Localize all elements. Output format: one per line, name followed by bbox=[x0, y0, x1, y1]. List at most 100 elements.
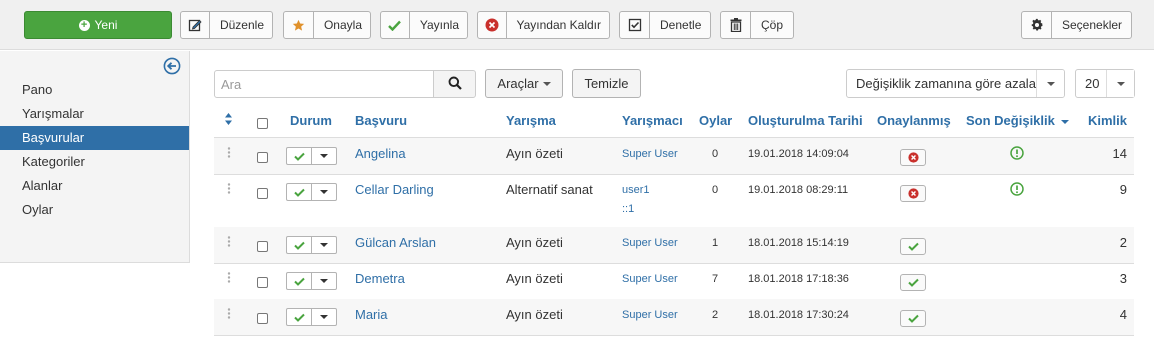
published-check-icon[interactable] bbox=[286, 147, 312, 165]
options-button-label: Seçenekler bbox=[1062, 18, 1123, 32]
entry-title-link[interactable]: Demetra bbox=[355, 271, 405, 286]
sidebar-item-kategoriler[interactable]: Kategoriler bbox=[0, 150, 189, 174]
contest-name: Ayın özeti bbox=[506, 146, 563, 161]
exclamation-circle-icon bbox=[1010, 146, 1024, 163]
drag-handle-icon[interactable] bbox=[227, 308, 231, 323]
tools-button[interactable]: Araçlar bbox=[485, 69, 563, 98]
status-dropdown-toggle[interactable] bbox=[312, 236, 337, 254]
entry-id: 14 bbox=[1112, 146, 1127, 161]
check-icon bbox=[907, 242, 919, 251]
clear-button[interactable]: Temizle bbox=[572, 69, 641, 98]
status-toggle[interactable] bbox=[286, 236, 337, 254]
approved-check-button[interactable] bbox=[900, 274, 926, 291]
contestant-link[interactable]: Super User bbox=[622, 148, 678, 160]
entry-title-link[interactable]: Gülcan Arslan bbox=[355, 235, 436, 250]
status-dropdown-toggle[interactable] bbox=[312, 308, 337, 326]
table-row: Maria Ayın özeti Super User 2 18.01.2018 17:… bbox=[214, 299, 1134, 335]
contest-name: Ayın özeti bbox=[506, 235, 563, 250]
remove-circle-icon bbox=[907, 188, 919, 199]
published-check-icon[interactable] bbox=[286, 183, 312, 201]
votes-count: 0 bbox=[712, 184, 719, 196]
status-toggle[interactable] bbox=[286, 183, 337, 201]
row-checkbox[interactable] bbox=[257, 241, 268, 252]
trash-button[interactable]: Çöp bbox=[720, 11, 794, 39]
drag-handle-icon[interactable] bbox=[227, 147, 231, 162]
approved-check-button[interactable] bbox=[900, 238, 926, 255]
arrow-left-circle-icon[interactable] bbox=[163, 57, 181, 75]
sidebar: Pano Yarışmalar Başvurular Kategoriler A… bbox=[0, 51, 190, 263]
contestant-link[interactable]: Super User bbox=[622, 237, 678, 249]
row-checkbox[interactable] bbox=[257, 152, 268, 163]
header-contest[interactable]: Yarışma bbox=[506, 113, 556, 128]
select-all-checkbox[interactable] bbox=[257, 118, 268, 129]
ordering-sort-icon[interactable] bbox=[224, 112, 233, 129]
search-input[interactable] bbox=[214, 70, 434, 98]
tools-button-label: Araçlar bbox=[497, 76, 539, 91]
checkbox-icon bbox=[620, 12, 650, 38]
approve-button-label: Onayla bbox=[323, 18, 362, 32]
row-checkbox[interactable] bbox=[257, 188, 268, 199]
row-divider bbox=[214, 335, 1134, 336]
sidebar-item-oylar[interactable]: Oylar bbox=[0, 198, 189, 222]
options-button[interactable]: Seçenekler bbox=[1021, 11, 1132, 39]
contest-name: Alternatif sanat bbox=[506, 182, 593, 197]
entry-title-link[interactable]: Maria bbox=[355, 307, 388, 322]
sidebar-item-basvurular[interactable]: Başvurular bbox=[0, 126, 189, 150]
publish-button-label: Yayınla bbox=[419, 18, 459, 32]
approved-check-button[interactable] bbox=[900, 310, 926, 327]
row-checkbox[interactable] bbox=[257, 277, 268, 288]
status-dropdown-toggle[interactable] bbox=[312, 183, 337, 201]
sidebar-item-alanlar[interactable]: Alanlar bbox=[0, 174, 189, 198]
sidebar-item-yarismalar[interactable]: Yarışmalar bbox=[0, 102, 189, 126]
publish-button[interactable]: Yayınla bbox=[380, 11, 468, 39]
status-toggle[interactable] bbox=[286, 272, 337, 290]
header-created[interactable]: Oluşturulma Tarihi bbox=[748, 113, 863, 128]
unapproved-remove-button[interactable] bbox=[900, 185, 926, 202]
status-dropdown-toggle[interactable] bbox=[312, 272, 337, 290]
new-button[interactable]: + Yeni bbox=[24, 11, 172, 39]
search-button[interactable] bbox=[433, 70, 476, 98]
entry-id: 3 bbox=[1119, 271, 1127, 286]
sort-desc-icon bbox=[1060, 119, 1069, 124]
unpublish-button[interactable]: Yayından Kaldır bbox=[477, 11, 610, 39]
created-date: 18.01.2018 15:14:19 bbox=[748, 237, 849, 249]
contestant-link[interactable]: user1 bbox=[622, 184, 650, 196]
contest-name: Ayın özeti bbox=[506, 271, 563, 286]
header-approved[interactable]: Onaylanmış bbox=[877, 113, 951, 128]
contestant-link[interactable]: Super User bbox=[622, 309, 678, 321]
contestant-link[interactable]: ::1 bbox=[622, 203, 634, 215]
sort-select[interactable]: Değişiklik zamanına göre azalan bbox=[846, 69, 1065, 98]
entry-title-link[interactable]: Angelina bbox=[355, 146, 406, 161]
published-check-icon[interactable] bbox=[286, 308, 312, 326]
trash-icon bbox=[721, 12, 751, 38]
drag-handle-icon[interactable] bbox=[227, 183, 231, 198]
header-status[interactable]: Durum bbox=[290, 113, 332, 128]
unapproved-remove-button[interactable] bbox=[900, 149, 926, 166]
star-icon bbox=[284, 12, 314, 38]
table-row: Cellar Darling Alternatif sanat user1::1 0 1… bbox=[214, 174, 1134, 227]
sort-select-value: Değişiklik zamanına göre azalan bbox=[856, 76, 1041, 91]
status-toggle[interactable] bbox=[286, 147, 337, 165]
sidebar-item-pano[interactable]: Pano bbox=[0, 78, 189, 102]
status-toggle[interactable] bbox=[286, 308, 337, 326]
drag-handle-icon[interactable] bbox=[227, 236, 231, 251]
header-modified[interactable]: Son Değişiklik bbox=[966, 113, 1069, 128]
entry-title-link[interactable]: Cellar Darling bbox=[355, 182, 434, 197]
header-id[interactable]: Kimlik bbox=[1088, 113, 1127, 128]
header-votes[interactable]: Oylar bbox=[699, 113, 732, 128]
drag-handle-icon[interactable] bbox=[227, 272, 231, 287]
published-check-icon[interactable] bbox=[286, 236, 312, 254]
row-checkbox[interactable] bbox=[257, 313, 268, 324]
header-title[interactable]: Başvuru bbox=[355, 113, 407, 128]
created-date: 18.01.2018 17:18:36 bbox=[748, 273, 849, 285]
contestant-link[interactable]: Super User bbox=[622, 273, 678, 285]
status-dropdown-toggle[interactable] bbox=[312, 147, 337, 165]
edit-button[interactable]: Düzenle bbox=[180, 11, 273, 39]
remove-circle-icon bbox=[478, 12, 507, 38]
limit-select[interactable]: 20 bbox=[1075, 69, 1135, 98]
published-check-icon[interactable] bbox=[286, 272, 312, 290]
approve-button[interactable]: Onayla bbox=[283, 11, 371, 39]
gear-icon bbox=[1022, 12, 1052, 38]
header-contestant[interactable]: Yarışmacı bbox=[622, 113, 683, 128]
checkin-button[interactable]: Denetle bbox=[619, 11, 711, 39]
